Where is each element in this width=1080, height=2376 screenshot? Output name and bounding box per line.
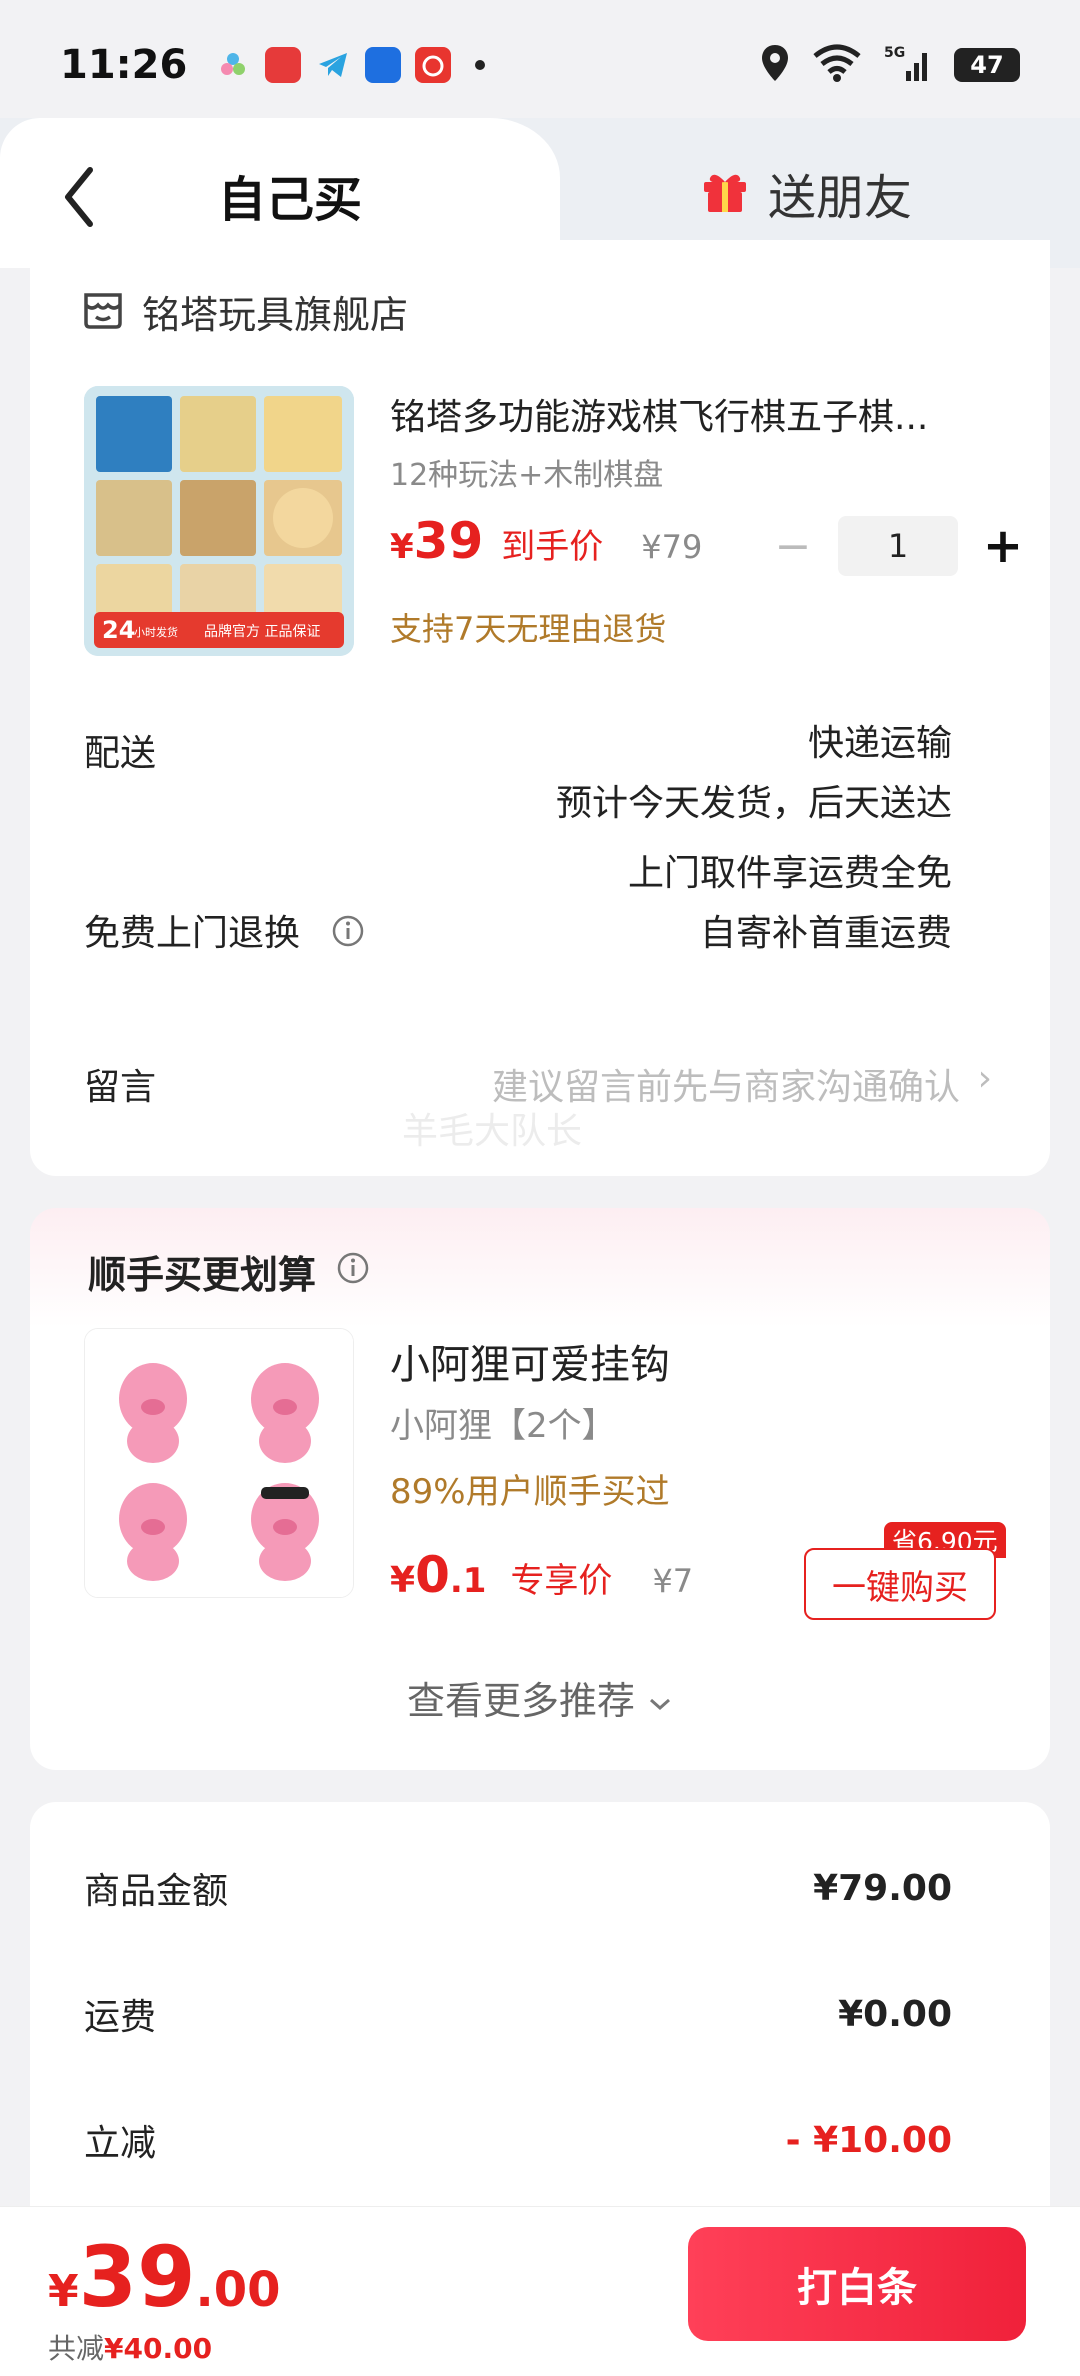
quantity-minus-button[interactable]: −: [770, 521, 816, 572]
recommend-title: 顺手买更划算: [88, 1244, 370, 1299]
total-int: 39: [78, 2228, 196, 2326]
one-click-buy-button[interactable]: 一键购买: [804, 1548, 996, 1620]
free-return-row: 免费上门退换: [84, 904, 365, 957]
delivery-info[interactable]: 快递运输 预计今天发货，后天送达: [556, 714, 952, 834]
recommend-price-int: 0: [415, 1546, 450, 1604]
app-chat-icon: [365, 47, 402, 83]
order-item-card: 铭塔玩具旗舰店 24 小时发货 品牌官方 正品保证 铭塔多功能游戏棋飞行棋五子棋…: [30, 240, 1050, 1176]
discount-value: - ¥10.00: [785, 2119, 952, 2161]
free-return-label: 免费上门退换: [84, 913, 301, 954]
status-right: 5G 47: [760, 43, 1020, 87]
shipping-value: ¥0.00: [838, 1993, 952, 2035]
battery-indicator: 47: [954, 48, 1020, 82]
checkout-page: 11:26 5G 47 自己买 送朋友 铭塔玩具旗舰店 24 小时发货 品牌官方…: [0, 0, 1080, 2376]
more-recommendations-label: 查看更多推荐: [406, 1679, 635, 1723]
discount-label: 立减: [84, 2123, 157, 2164]
recommend-info-icon[interactable]: [336, 1250, 370, 1294]
tab-gift-friend-label: 送朋友: [768, 170, 913, 226]
more-recommendations-link[interactable]: 查看更多推荐: [30, 1670, 1050, 1725]
original-price: ¥79: [641, 528, 703, 566]
checkout-bar: ¥ 39 .00 共减¥40.00 打白条: [0, 2206, 1080, 2376]
total-currency: ¥: [48, 2266, 79, 2317]
shipping-label: 运费: [84, 1997, 157, 2038]
store-header[interactable]: 铭塔玩具旗舰店: [82, 284, 408, 339]
app-shopping-icon: [265, 47, 302, 83]
recommend-price-tag: 专享价: [510, 1561, 613, 1601]
recommend-title-text: 顺手买更划算: [88, 1253, 317, 1297]
total-price: ¥ 39 .00: [48, 2235, 281, 2319]
store-name: 铭塔玩具旗舰店: [142, 293, 409, 337]
chevron-down-icon: [647, 1679, 673, 1723]
image-badge-brand: 品牌官方 正品保证: [204, 623, 320, 640]
location-icon: [760, 43, 790, 87]
app-music-icon: [415, 47, 452, 83]
tab-self-buy-label: 自己买: [218, 172, 363, 228]
product-spec: 12种玩法+木制棋盘: [390, 458, 664, 493]
recommend-price-dec: .1: [449, 1561, 487, 1601]
status-bar: 11:26 5G 47: [0, 0, 1080, 130]
free-return-line2: 自寄补首重运费: [699, 913, 952, 954]
recommend-original-price: ¥7: [652, 1562, 694, 1600]
back-button[interactable]: [56, 162, 106, 232]
goods-amount-label: 商品金额: [84, 1871, 229, 1912]
status-time: 11:26: [60, 42, 188, 88]
notification-dot: [475, 60, 486, 70]
signal-icon: 5G: [884, 43, 932, 87]
quantity-plus-button[interactable]: +: [980, 518, 1026, 574]
app-telegram-icon: [315, 47, 351, 83]
svg-text:5G: 5G: [884, 45, 905, 61]
final-price: 39: [413, 512, 484, 570]
pay-button[interactable]: 打白条: [688, 2227, 1026, 2341]
total-saved: 共减¥40.00: [48, 2327, 212, 2367]
final-price-tag: 到手价: [501, 527, 604, 567]
delivery-eta: 预计今天发货，后天送达: [555, 783, 952, 824]
recommend-card: 顺手买更划算 小阿狸可爱挂钩 小阿狸【2个】 89%用户顺手买过 ¥ 0 .1 …: [30, 1208, 1050, 1770]
quantity-stepper: − 1 +: [770, 516, 1026, 576]
price-currency: ¥: [390, 527, 414, 567]
watermark-text: 羊毛大队长: [402, 1111, 583, 1152]
recommend-social-proof: 89%用户顺手买过: [390, 1472, 670, 1512]
tab-gift-friend[interactable]: 送朋友: [700, 158, 912, 228]
delivery-method: 快递运输: [807, 723, 952, 764]
app-flower-icon: [215, 47, 251, 83]
recommend-item-spec: 小阿狸【2个】: [390, 1406, 616, 1446]
memo-label: 留言: [84, 1067, 157, 1108]
total-saved-prefix: 共减: [48, 2332, 105, 2365]
discount-row: 立减 - ¥10.00: [84, 2114, 952, 2166]
recommend-price-currency: ¥: [390, 1560, 416, 1601]
recommend-item-name[interactable]: 小阿狸可爱挂钩: [390, 1332, 670, 1390]
product-image[interactable]: 24 小时发货 品牌官方 正品保证: [84, 386, 354, 656]
info-icon[interactable]: [331, 914, 365, 957]
wifi-icon: [812, 44, 862, 86]
goods-amount-value: ¥79.00: [813, 1867, 952, 1909]
free-return-info: 上门取件享运费全免 自寄补首重运费: [628, 844, 952, 964]
free-return-line1: 上门取件享运费全免: [627, 853, 952, 894]
quantity-input[interactable]: 1: [838, 516, 958, 576]
total-saved-value: ¥40.00: [104, 2332, 213, 2365]
store-icon: [82, 289, 124, 335]
gift-icon: [700, 166, 750, 220]
shipping-row: 运费 ¥0.00: [84, 1988, 952, 2040]
product-price-row: ¥ 39 到手价 ¥79: [390, 512, 702, 570]
delivery-label: 配送: [84, 733, 157, 774]
goods-amount-row: 商品金额 ¥79.00: [84, 1862, 952, 1914]
image-badge-text: 小时发货: [134, 625, 178, 639]
recommend-price-row: ¥ 0 .1 专享价 ¥7: [390, 1546, 693, 1604]
product-title[interactable]: 铭塔多功能游戏棋飞行棋五子棋...: [390, 388, 990, 440]
total-dec: .00: [195, 2262, 281, 2318]
image-badge-hours: 24: [102, 616, 135, 644]
chevron-right-icon[interactable]: ›: [978, 1058, 992, 1099]
recommend-item-image[interactable]: [84, 1328, 354, 1598]
status-app-icons: [215, 47, 486, 83]
return-policy-note: 支持7天无理由退货: [390, 610, 667, 648]
